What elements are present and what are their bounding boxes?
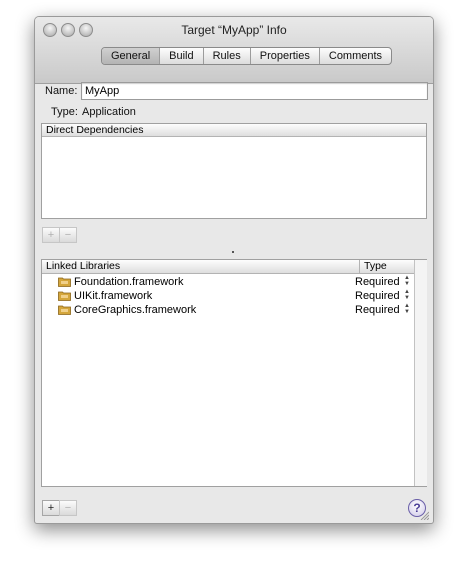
tab-properties[interactable]: Properties (251, 48, 320, 64)
column-header-library[interactable]: Linked Libraries (46, 260, 120, 273)
library-name: CoreGraphics.framework (74, 304, 197, 316)
library-row[interactable]: UIKit.framework Required ▲ ▼ (42, 289, 412, 303)
type-label: Type: (51, 106, 78, 118)
add-dependency-button[interactable]: + (42, 227, 60, 243)
dependency-buttons: + − (42, 227, 77, 243)
type-stepper-icon[interactable]: ▲ ▼ (403, 275, 411, 289)
library-name: UIKit.framework (74, 290, 153, 302)
window-title: Target “MyApp” Info (181, 23, 287, 37)
framework-folder-icon (58, 277, 71, 287)
direct-dependencies-table[interactable]: Direct Dependencies (41, 123, 427, 219)
library-type[interactable]: Required (355, 289, 400, 303)
library-buttons: + − (42, 500, 77, 516)
direct-dependencies-header[interactable]: Direct Dependencies (42, 124, 426, 137)
library-name: Foundation.framework (74, 276, 184, 288)
info-window: Target “MyApp” Info General Build Rules … (34, 16, 434, 524)
library-type[interactable]: Required (355, 275, 400, 289)
tab-build[interactable]: Build (160, 48, 204, 64)
library-row[interactable]: Foundation.framework Required ▲ ▼ (42, 275, 412, 289)
vertical-scrollbar[interactable] (414, 260, 427, 486)
add-library-button[interactable]: + (42, 500, 60, 516)
split-handle-icon[interactable] (231, 250, 235, 254)
title-bar: Target “MyApp” Info General Build Rules … (35, 17, 433, 84)
library-row[interactable]: CoreGraphics.framework Required ▲ ▼ (42, 303, 412, 317)
tab-rules[interactable]: Rules (204, 48, 251, 64)
resize-grip-icon[interactable] (419, 510, 429, 520)
type-value: Application (82, 106, 136, 118)
framework-folder-icon (58, 305, 71, 315)
type-stepper-icon[interactable]: ▲ ▼ (403, 303, 411, 317)
linked-libraries-header: Linked Libraries Type (42, 260, 426, 274)
linked-libraries-table[interactable]: Linked Libraries Type Foundation.framewo… (41, 259, 427, 487)
tab-general[interactable]: General (102, 48, 161, 64)
tab-bar: General Build Rules Properties Comments (101, 47, 393, 65)
remove-library-button[interactable]: − (59, 500, 77, 516)
library-type[interactable]: Required (355, 303, 400, 317)
framework-folder-icon (58, 291, 71, 301)
name-label: Name: (45, 85, 78, 97)
tab-comments[interactable]: Comments (320, 48, 391, 64)
remove-dependency-button[interactable]: − (59, 227, 77, 243)
name-field[interactable]: MyApp (81, 82, 428, 100)
type-stepper-icon[interactable]: ▲ ▼ (403, 289, 411, 303)
column-header-type[interactable]: Type (359, 260, 414, 273)
